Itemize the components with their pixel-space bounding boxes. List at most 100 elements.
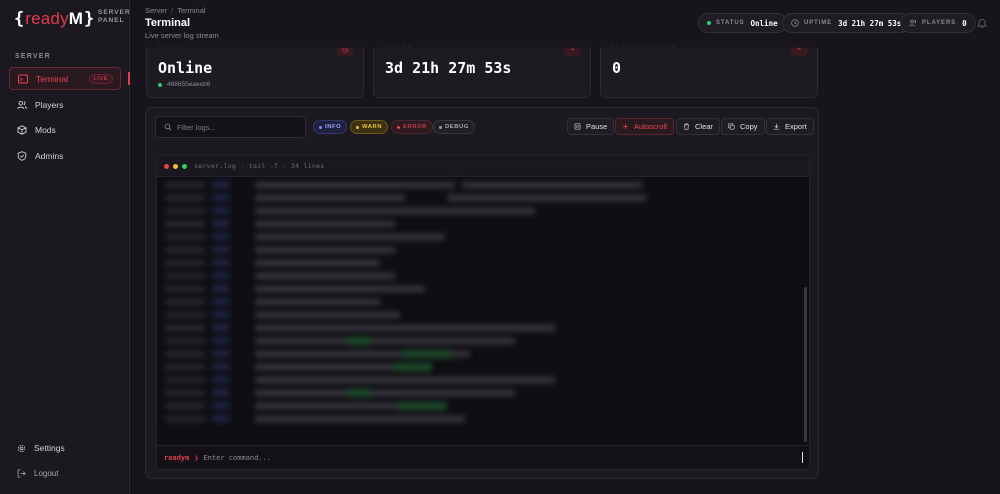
clear-label: Clear xyxy=(695,122,713,131)
log-line xyxy=(157,296,809,307)
sidebar-section-label: SERVER xyxy=(15,53,51,60)
terminal-title: server.log · tail -f · 34 lines xyxy=(194,162,325,170)
container-id-text: 488655eaeeb6 xyxy=(167,81,211,88)
copy-label: Copy xyxy=(740,122,758,131)
pause-button[interactable]: Pause xyxy=(567,118,615,135)
log-line xyxy=(157,192,809,203)
page-title: Terminal xyxy=(145,17,191,29)
log-line xyxy=(157,400,809,411)
uptime-value: 3d 21h 27m 53s xyxy=(838,18,902,28)
terminal-icon xyxy=(18,74,28,83)
sidebar-item-label: Mods xyxy=(35,124,56,135)
logout-icon xyxy=(17,468,26,478)
warn-dot xyxy=(356,125,359,129)
copy-button[interactable]: Copy xyxy=(721,118,765,135)
log-line xyxy=(157,348,809,359)
sidebar-item-label: Players xyxy=(35,99,64,110)
clear-button[interactable]: Clear xyxy=(676,118,720,135)
uptime-label: UPTIME xyxy=(804,20,833,26)
active-indicator xyxy=(128,72,130,85)
prompt-arrow: ❯ xyxy=(194,454,199,462)
logout-link[interactable]: Logout xyxy=(9,463,121,483)
log-line xyxy=(157,244,809,255)
log-line xyxy=(157,205,809,216)
players-label: PLAYERS xyxy=(922,20,957,26)
trash-icon xyxy=(684,123,689,130)
card-value: 3d 21h 27m 53s xyxy=(385,59,512,77)
filter-chip-info[interactable]: INFO xyxy=(313,120,348,134)
status-label: STATUS xyxy=(716,20,745,26)
gear-icon xyxy=(17,444,26,452)
logo-sub-line1: SERVER xyxy=(98,9,131,16)
players-pill: PLAYERS 0 xyxy=(900,13,976,33)
filter-logs-input[interactable] xyxy=(177,122,297,132)
players-icon xyxy=(909,19,917,27)
pause-label: Pause xyxy=(586,122,608,131)
live-badge: LIVE xyxy=(88,74,113,84)
sidebar-item-terminal[interactable]: Terminal LIVE xyxy=(9,67,121,90)
export-button[interactable]: Export xyxy=(766,118,814,135)
text-cursor xyxy=(802,452,803,463)
log-line xyxy=(157,322,809,333)
logo-subtitle: SERVER PANEL xyxy=(98,9,131,25)
log-scrollbar[interactable] xyxy=(804,287,807,442)
settings-link[interactable]: Settings xyxy=(9,438,121,458)
log-line xyxy=(157,335,809,346)
sidebar-item-players[interactable]: Players xyxy=(9,93,121,116)
command-bar: readym ❯ xyxy=(157,445,809,469)
breadcrumb: Server / Terminal xyxy=(145,6,206,15)
sidebar-item-label: Admins xyxy=(35,150,64,161)
search-box[interactable] xyxy=(155,116,306,138)
maximize-dot xyxy=(182,163,187,169)
pause-icon xyxy=(574,123,581,130)
filter-chip-debug[interactable]: DEBUG xyxy=(433,120,475,134)
log-line xyxy=(157,413,809,424)
export-label: Export xyxy=(785,122,807,131)
container-id: 488655eaeeb6 xyxy=(158,81,210,88)
log-line xyxy=(157,179,809,190)
logo-sub-line2: PANEL xyxy=(98,17,125,24)
filter-chip-label: WARN xyxy=(362,124,383,130)
minimize-dot xyxy=(173,163,178,169)
filter-chip-warn[interactable]: WARN xyxy=(350,120,389,134)
copy-icon xyxy=(728,123,735,130)
breadcrumb-server[interactable]: Server xyxy=(145,6,167,15)
debug-dot xyxy=(439,125,442,129)
card-value: 0 xyxy=(612,59,622,77)
card-value: Online xyxy=(158,59,213,77)
log-line xyxy=(157,218,809,229)
download-icon xyxy=(773,123,780,130)
info-dot xyxy=(319,125,322,129)
status-pill: STATUS Online xyxy=(698,13,787,33)
terminal-titlebar: server.log · tail -f · 34 lines xyxy=(157,156,809,177)
logo-m: M xyxy=(68,9,83,28)
filter-chip-error[interactable]: ERROR xyxy=(391,120,433,134)
status-value: Online xyxy=(750,18,778,28)
command-input[interactable] xyxy=(203,454,744,462)
sidebar-item-admins[interactable]: Admins xyxy=(9,144,121,167)
sidebar-item-mods[interactable]: Mods xyxy=(9,118,121,141)
log-output[interactable] xyxy=(157,177,809,445)
shield-icon xyxy=(17,150,27,161)
logo-brace-open: { xyxy=(14,9,25,29)
close-dot xyxy=(164,163,169,169)
players-value: 0 xyxy=(962,18,967,28)
box-icon xyxy=(17,124,27,135)
settings-label: Settings xyxy=(34,443,65,453)
bell-icon[interactable] xyxy=(977,18,987,28)
logo[interactable]: { ready M } xyxy=(14,9,94,29)
online-dot xyxy=(707,21,711,25)
breadcrumb-separator: / xyxy=(171,6,174,15)
blurred-log-lines xyxy=(157,177,809,445)
error-dot xyxy=(397,125,400,129)
plus-icon xyxy=(623,124,628,129)
log-line xyxy=(157,309,809,320)
players-icon xyxy=(17,100,27,109)
log-line xyxy=(157,387,809,398)
autoscroll-button[interactable]: Autoscroll xyxy=(615,118,674,135)
log-line xyxy=(157,231,809,242)
sidebar-item-label: Terminal xyxy=(36,73,69,84)
log-line xyxy=(157,270,809,281)
filter-chip-label: INFO xyxy=(325,124,342,130)
uptime-pill: UPTIME 3d 21h 27m 53s xyxy=(782,13,911,33)
